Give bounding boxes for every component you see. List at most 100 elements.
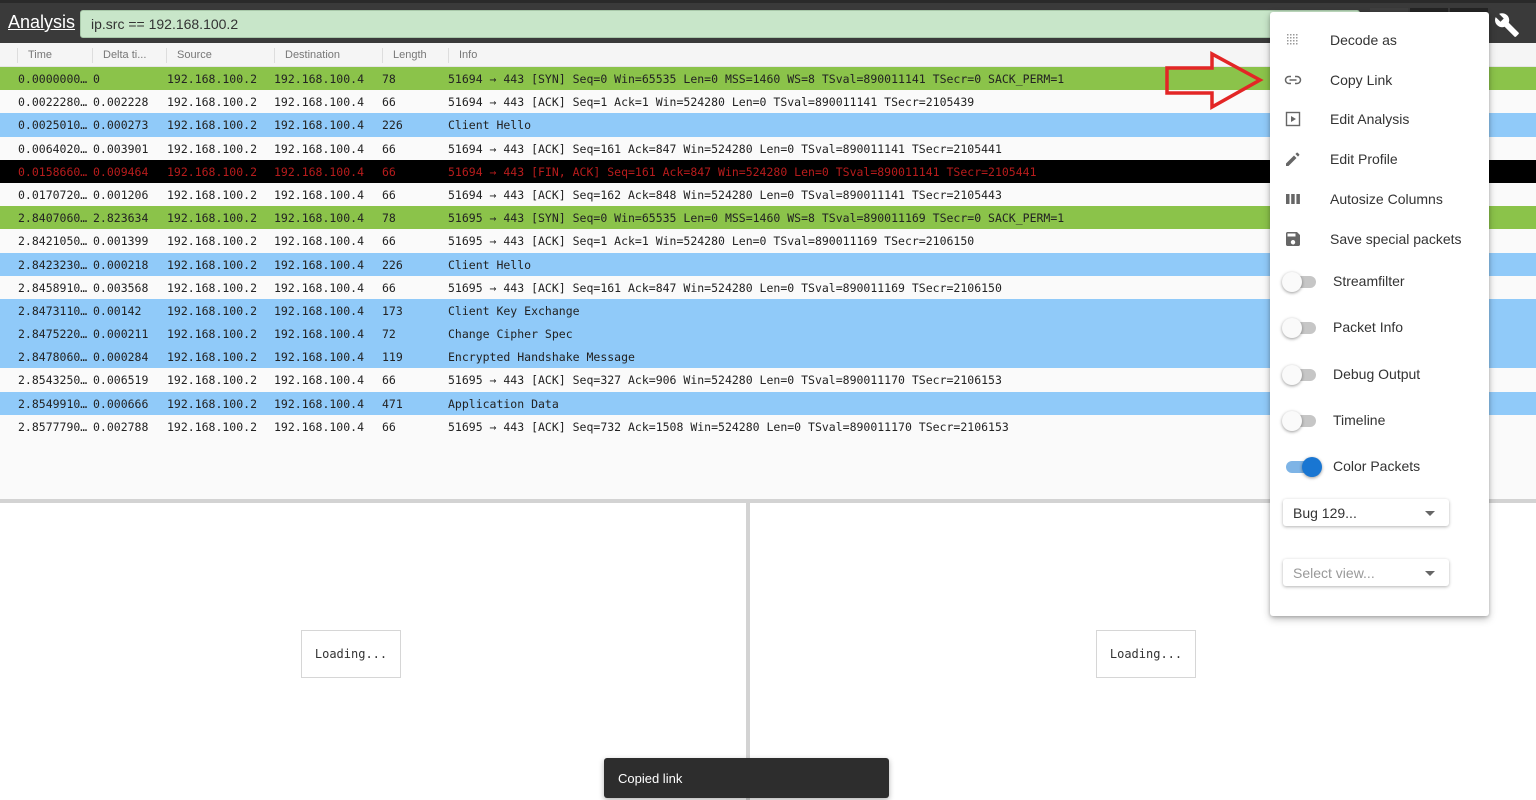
toggle-label: Streamfilter <box>1333 273 1405 289</box>
cell-info: 51694 → 443 [ACK] Seq=161 Ack=847 Win=52… <box>448 141 1002 156</box>
grid-dots-icon <box>1287 34 1298 45</box>
chevron-down-icon <box>1425 511 1435 516</box>
cell-info: 51694 → 443 [ACK] Seq=162 Ack=848 Win=52… <box>448 187 1002 202</box>
column-header-info[interactable]: Info <box>448 48 1248 63</box>
cell-delta-time: 0.000666 <box>93 396 149 411</box>
cell-delta-time: 0.00142 <box>93 303 142 318</box>
cell-time: 0.0170720… <box>18 187 88 202</box>
cell-delta-time: 0.000273 <box>93 118 149 133</box>
cell-destination: 192.168.100.4 <box>274 234 365 249</box>
cell-length: 66 <box>382 280 396 295</box>
cell-source: 192.168.100.2 <box>167 419 258 434</box>
column-header-time[interactable]: Time <box>17 48 92 63</box>
analysis-link[interactable]: Analysis <box>8 12 75 33</box>
loading-indicator: Loading... <box>1096 630 1196 678</box>
toggle-timeline[interactable]: Timeline <box>1270 402 1489 438</box>
cell-destination: 192.168.100.4 <box>274 187 365 202</box>
cell-destination: 192.168.100.4 <box>274 419 365 434</box>
play-box-icon <box>1285 111 1301 127</box>
menu-item-decode-as[interactable]: Decode as <box>1270 20 1489 58</box>
cell-length: 226 <box>382 257 403 272</box>
cell-delta-time: 0.003568 <box>93 280 149 295</box>
display-filter-input[interactable] <box>80 10 1360 38</box>
column-header-destination[interactable]: Destination <box>274 48 382 63</box>
cell-destination: 192.168.100.4 <box>274 280 365 295</box>
wrench-icon[interactable] <box>1494 12 1520 38</box>
cell-time: 2.8423230… <box>18 257 88 272</box>
cell-delta-time: 0.000284 <box>93 350 149 365</box>
menu-item-label: Save special packets <box>1330 231 1462 247</box>
profile-select[interactable]: Bug 129... <box>1283 499 1449 526</box>
cell-destination: 192.168.100.4 <box>274 211 365 226</box>
toggle-color-packets[interactable]: Color Packets <box>1270 448 1489 484</box>
cell-length: 173 <box>382 303 403 318</box>
column-header-source[interactable]: Source <box>166 48 274 63</box>
cell-delta-time: 0.002228 <box>93 95 149 110</box>
cell-destination: 192.168.100.4 <box>274 373 365 388</box>
cell-time: 2.8458910… <box>18 280 88 295</box>
annotation-arrow-icon <box>1165 51 1264 110</box>
cell-length: 471 <box>382 396 403 411</box>
cell-delta-time: 0.006519 <box>93 373 149 388</box>
menu-item-edit-profile[interactable]: Edit Profile <box>1270 139 1489 177</box>
cell-destination: 192.168.100.4 <box>274 257 365 272</box>
menu-item-save-special-packets[interactable]: Save special packets <box>1270 219 1489 257</box>
cell-time: 2.8421050… <box>18 234 88 249</box>
cell-info: 51695 → 443 [ACK] Seq=732 Ack=1508 Win=5… <box>448 419 1009 434</box>
cell-info: Encrypted Handshake Message <box>448 350 635 365</box>
cell-delta-time: 0.009464 <box>93 164 149 179</box>
cell-source: 192.168.100.2 <box>167 187 258 202</box>
cell-info: 51695 → 443 [SYN] Seq=0 Win=65535 Len=0 … <box>448 211 1065 226</box>
cell-source: 192.168.100.2 <box>167 234 258 249</box>
save-icon <box>1286 232 1300 246</box>
cell-length: 66 <box>382 187 396 202</box>
view-select-placeholder: Select view... <box>1293 565 1375 581</box>
cell-destination: 192.168.100.4 <box>274 327 365 342</box>
cell-info: 51694 → 443 [FIN, ACK] Seq=161 Ack=847 W… <box>448 164 1037 179</box>
cell-source: 192.168.100.2 <box>167 373 258 388</box>
cell-length: 66 <box>382 419 396 434</box>
cell-info: Change Cipher Spec <box>448 327 573 342</box>
cell-length: 119 <box>382 350 403 365</box>
snackbar-message: Copied link <box>618 771 683 786</box>
toggle-streamfilter[interactable]: Streamfilter <box>1270 263 1489 299</box>
cell-info: 51695 → 443 [ACK] Seq=1 Ack=1 Win=524280… <box>448 234 975 249</box>
snackbar: Copied link <box>604 758 889 798</box>
link-icon <box>1284 75 1302 85</box>
cell-source: 192.168.100.2 <box>167 280 258 295</box>
cell-source: 192.168.100.2 <box>167 95 258 110</box>
cell-time: 0.0025010… <box>18 118 88 133</box>
cell-delta-time: 2.823634 <box>93 211 149 226</box>
menu-item-copy-link[interactable]: Copy Link <box>1270 60 1489 98</box>
toggle-packet-info[interactable]: Packet Info <box>1270 309 1489 345</box>
toggle-debug-output[interactable]: Debug Output <box>1270 356 1489 392</box>
cell-info: 51694 → 443 [ACK] Seq=1 Ack=1 Win=524280… <box>448 95 975 110</box>
cell-source: 192.168.100.2 <box>167 164 258 179</box>
column-header-delta-time[interactable]: Delta ti... <box>92 48 166 63</box>
cell-length: 66 <box>382 234 396 249</box>
toggle-knob <box>1282 272 1302 292</box>
cell-source: 192.168.100.2 <box>167 257 258 272</box>
view-select[interactable]: Select view... <box>1283 559 1449 586</box>
cell-destination: 192.168.100.4 <box>274 303 365 318</box>
toggle-knob <box>1302 457 1322 477</box>
toggle-label: Color Packets <box>1333 458 1421 474</box>
cell-info: Application Data <box>448 396 559 411</box>
cell-source: 192.168.100.2 <box>167 118 258 133</box>
cell-source: 192.168.100.2 <box>167 350 258 365</box>
menu-item-edit-analysis[interactable]: Edit Analysis <box>1270 99 1489 137</box>
menu-item-autosize-columns[interactable]: Autosize Columns <box>1270 179 1489 217</box>
cell-length: 66 <box>382 373 396 388</box>
column-header-length[interactable]: Length <box>382 48 448 63</box>
cell-delta-time: 0.001206 <box>93 187 149 202</box>
cell-destination: 192.168.100.4 <box>274 72 365 86</box>
cell-destination: 192.168.100.4 <box>274 95 365 110</box>
cell-length: 78 <box>382 211 396 226</box>
menu-item-label: Edit Analysis <box>1330 111 1410 127</box>
cell-length: 226 <box>382 118 403 133</box>
profile-select-value: Bug 129... <box>1293 505 1357 521</box>
cell-destination: 192.168.100.4 <box>274 118 365 133</box>
toggle-knob <box>1282 411 1302 431</box>
cell-source: 192.168.100.2 <box>167 327 258 342</box>
cell-time: 0.0000000… <box>18 72 88 86</box>
